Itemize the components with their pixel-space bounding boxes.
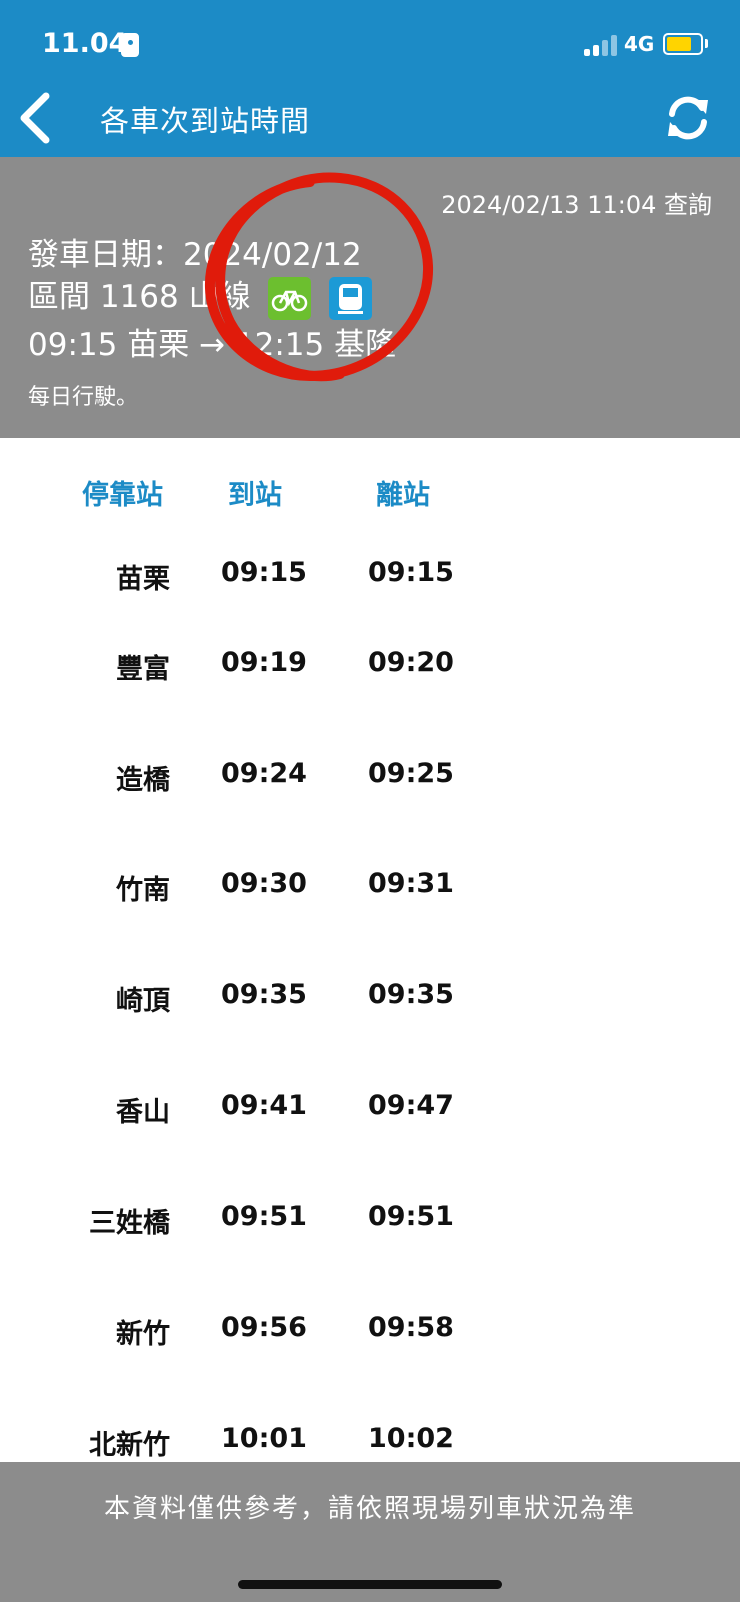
arrive-time: 09:15 [221, 557, 307, 588]
table-row: 苗栗 09:15 09:15 [0, 557, 740, 597]
arrive-time: 10:01 [221, 1423, 307, 1454]
operating-days: 每日行駛。 [28, 385, 139, 410]
query-time: 2024/02/13 11:04 查詢 [441, 191, 712, 219]
header-bar: 11.04 4G 各車次到站時間 [0, 0, 740, 157]
table-row: 北新竹 10:01 10:02 [0, 1423, 740, 1463]
depart-time: 09:58 [368, 1312, 454, 1343]
back-button[interactable] [14, 90, 60, 146]
footer-notice: 本資料僅供參考，請依照現場列車狀況為準 [103, 1494, 636, 1524]
table-row: 香山 09:41 09:47 [0, 1090, 740, 1130]
depart-time: 09:15 [368, 557, 454, 588]
depart-time: 09:25 [368, 758, 454, 789]
depart-time: 09:47 [368, 1090, 454, 1121]
station-name: 豐富 [116, 654, 170, 685]
station-name: 新竹 [116, 1319, 170, 1350]
battery-icon [663, 33, 703, 55]
station-name: 苗栗 [116, 564, 170, 595]
refresh-icon [668, 96, 708, 140]
arrive-time: 09:56 [221, 1312, 307, 1343]
depart-time: 09:35 [368, 979, 454, 1010]
station-name: 崎頂 [116, 986, 170, 1017]
header-arrive: 到站 [228, 480, 282, 511]
station-name: 北新竹 [89, 1430, 170, 1461]
train-info-panel: 2024/02/13 11:04 查詢 發車日期：2024/02/12 區間 1… [0, 157, 740, 438]
arrive-time: 09:24 [221, 758, 307, 789]
battery-tip [705, 39, 708, 48]
arrive-time: 09:51 [221, 1201, 307, 1232]
station-name: 香山 [116, 1097, 170, 1128]
table-row: 三姓橋 09:51 09:51 [0, 1201, 740, 1241]
table-row: 竹南 09:30 09:31 [0, 868, 740, 908]
depart-time: 09:51 [368, 1201, 454, 1232]
table-row: 豐富 09:19 09:20 [0, 647, 740, 687]
departure-date: 發車日期：2024/02/12 [28, 237, 362, 273]
table-row: 崎頂 09:35 09:35 [0, 979, 740, 1019]
table-row: 造橋 09:24 09:25 [0, 758, 740, 798]
header-station: 停靠站 [82, 480, 163, 511]
station-name: 造橋 [116, 765, 170, 796]
id-card-icon [121, 33, 139, 57]
header-depart: 離站 [376, 480, 430, 511]
status-time: 11.04 [42, 28, 128, 59]
train-icon [329, 277, 373, 320]
home-indicator[interactable] [238, 1580, 502, 1589]
refresh-button[interactable] [664, 94, 712, 142]
signal-icon [584, 34, 620, 56]
train-line: 區間 1168 山線 [28, 271, 373, 320]
chevron-left-icon [20, 92, 50, 144]
network-type: 4G [624, 32, 655, 56]
train-number: 區間 1168 山線 [28, 279, 251, 315]
page-title: 各車次到站時間 [100, 104, 311, 138]
arrive-time: 09:30 [221, 868, 307, 899]
station-name: 竹南 [116, 875, 170, 906]
bicycle-icon [268, 277, 312, 320]
table-row: 新竹 09:56 09:58 [0, 1312, 740, 1352]
depart-time: 09:20 [368, 647, 454, 678]
arrive-time: 09:19 [221, 647, 307, 678]
arrive-time: 09:41 [221, 1090, 307, 1121]
arrive-time: 09:35 [221, 979, 307, 1010]
station-name: 三姓橋 [89, 1208, 170, 1239]
depart-time: 10:02 [368, 1423, 454, 1454]
route: 09:15 苗栗 → 12:15 基隆 [28, 327, 397, 363]
depart-time: 09:31 [368, 868, 454, 899]
